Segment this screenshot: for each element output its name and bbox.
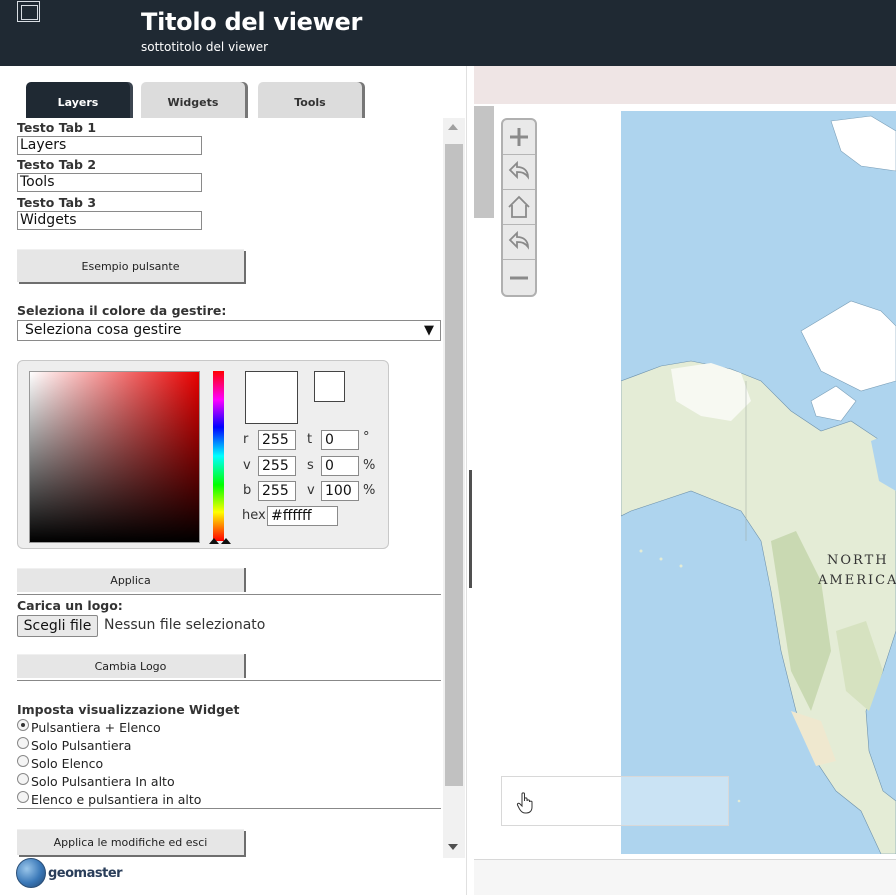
- page-title: Titolo del viewer: [141, 8, 363, 36]
- scroll-up-icon[interactable]: [448, 124, 458, 130]
- side-panel: Layers Widgets Tools Testo Tab 1 Layers …: [0, 66, 472, 895]
- basemap: [621, 111, 896, 854]
- widget-option[interactable]: Elenco e pulsantiera in alto: [17, 790, 202, 808]
- hex-label: hex: [242, 508, 266, 523]
- app-header: Titolo del viewer sottotitolo del viewer: [0, 0, 896, 66]
- scrollbar-thumb[interactable]: [445, 144, 463, 786]
- widget-option[interactable]: Solo Elenco: [17, 754, 104, 772]
- color-preview-new: [245, 371, 298, 424]
- widget-option-label: Solo Pulsantiera In alto: [31, 774, 175, 789]
- tab2-input[interactable]: Tools: [17, 173, 202, 192]
- pan-hand-icon: [516, 792, 533, 814]
- saturation-value-area[interactable]: [29, 371, 200, 543]
- radio-icon[interactable]: [17, 736, 29, 749]
- color-select-value: Seleziona cosa gestire: [25, 322, 182, 338]
- widget-option[interactable]: Pulsantiera + Elenco: [17, 718, 161, 736]
- radio-icon[interactable]: [17, 790, 29, 803]
- hue-slider[interactable]: [213, 371, 224, 541]
- color-picker: r 255 t 0 ° v 255 s 0 % b 255 v 100 % he…: [17, 360, 389, 549]
- tab-widgets[interactable]: Widgets: [141, 82, 245, 118]
- panel-toggle-handle[interactable]: [474, 106, 494, 218]
- r-label: r: [243, 432, 249, 447]
- zoom-out-icon[interactable]: [503, 260, 535, 295]
- map-nav-controls: [501, 118, 537, 297]
- splitter-grip[interactable]: [469, 470, 472, 588]
- divider: [17, 594, 441, 595]
- map-toolbar: [474, 66, 896, 104]
- v-label: v: [307, 483, 315, 498]
- color-preview-current: [314, 371, 345, 402]
- geomaster-logo: geomaster: [16, 858, 123, 888]
- v-input[interactable]: 100: [321, 481, 359, 501]
- color-select-label: Seleziona il colore da gestire:: [17, 303, 227, 318]
- map-label-north: NORTH: [827, 553, 889, 568]
- s-unit: %: [363, 458, 376, 473]
- hue-marker-icon: [209, 538, 219, 544]
- app-logo-icon[interactable]: [17, 1, 40, 22]
- widget-option-label: Solo Pulsantiera: [31, 738, 132, 753]
- tab3-input[interactable]: Widgets: [17, 211, 202, 230]
- map-label-america: AMERICA: [818, 573, 896, 588]
- widget-option-label: Elenco e pulsantiera in alto: [31, 792, 202, 807]
- radio-icon[interactable]: [17, 754, 29, 767]
- settings-form: Testo Tab 1 Layers Testo Tab 2 Tools Tes…: [17, 118, 441, 886]
- example-button[interactable]: Esempio pulsante: [17, 249, 244, 282]
- v-unit: %: [363, 483, 376, 498]
- map-canvas[interactable]: NORTH AMERICA: [621, 111, 896, 854]
- save-and-exit-button[interactable]: Applica le modifiche ed esci: [17, 829, 244, 855]
- divider: [17, 808, 441, 809]
- g-label: v: [243, 458, 251, 473]
- map-container: NORTH AMERICA: [474, 66, 896, 895]
- zoom-in-icon[interactable]: [503, 120, 535, 155]
- b-label: b: [243, 483, 252, 498]
- h-label: t: [307, 432, 313, 447]
- dropdown-arrow-icon: ▼: [424, 323, 434, 338]
- back-icon[interactable]: [503, 155, 535, 190]
- s-input[interactable]: 0: [321, 456, 359, 476]
- g-input[interactable]: 255: [258, 456, 296, 476]
- hue-marker-icon: [221, 538, 231, 544]
- tab1-input[interactable]: Layers: [17, 136, 202, 155]
- widget-option-label: Pulsantiera + Elenco: [31, 720, 161, 735]
- widget-display-label: Imposta visualizzazione Widget: [17, 702, 240, 717]
- radio-icon[interactable]: [17, 772, 29, 785]
- b-input[interactable]: 255: [258, 481, 296, 501]
- choose-file-button[interactable]: Scegli file: [17, 615, 98, 637]
- tab2-label: Testo Tab 2: [17, 157, 97, 172]
- color-target-select[interactable]: Seleziona cosa gestire ▼: [17, 320, 441, 341]
- scroll-down-icon[interactable]: [448, 844, 458, 850]
- divider: [17, 680, 441, 681]
- tab3-label: Testo Tab 3: [17, 195, 97, 210]
- apply-color-button[interactable]: Applica: [17, 568, 244, 592]
- widget-option[interactable]: Solo Pulsantiera In alto: [17, 772, 175, 790]
- file-status: Nessun file selezionato: [104, 617, 266, 633]
- home-icon[interactable]: [503, 190, 535, 225]
- widget-option-label: Solo Elenco: [31, 756, 104, 771]
- r-input[interactable]: 255: [258, 430, 296, 450]
- map-status-bar: [474, 859, 896, 895]
- tab1-label: Testo Tab 1: [17, 120, 97, 135]
- globe-icon: [16, 858, 46, 888]
- radio-selected-icon[interactable]: [17, 718, 29, 731]
- h-input[interactable]: 0: [321, 430, 359, 450]
- s-label: s: [307, 458, 314, 473]
- panel-scrollbar[interactable]: [443, 118, 465, 858]
- h-unit: °: [363, 430, 370, 445]
- widget-option[interactable]: Solo Pulsantiera: [17, 736, 132, 754]
- forward-icon[interactable]: [503, 225, 535, 260]
- overview-map[interactable]: [501, 776, 729, 826]
- hex-input[interactable]: #ffffff: [267, 506, 338, 526]
- logo-upload-label: Carica un logo:: [17, 598, 123, 613]
- geomaster-logo-text: geomaster: [48, 865, 123, 881]
- change-logo-button[interactable]: Cambia Logo: [17, 654, 244, 678]
- page-subtitle: sottotitolo del viewer: [141, 40, 269, 54]
- tab-layers[interactable]: Layers: [26, 82, 130, 118]
- tab-tools[interactable]: Tools: [258, 82, 362, 118]
